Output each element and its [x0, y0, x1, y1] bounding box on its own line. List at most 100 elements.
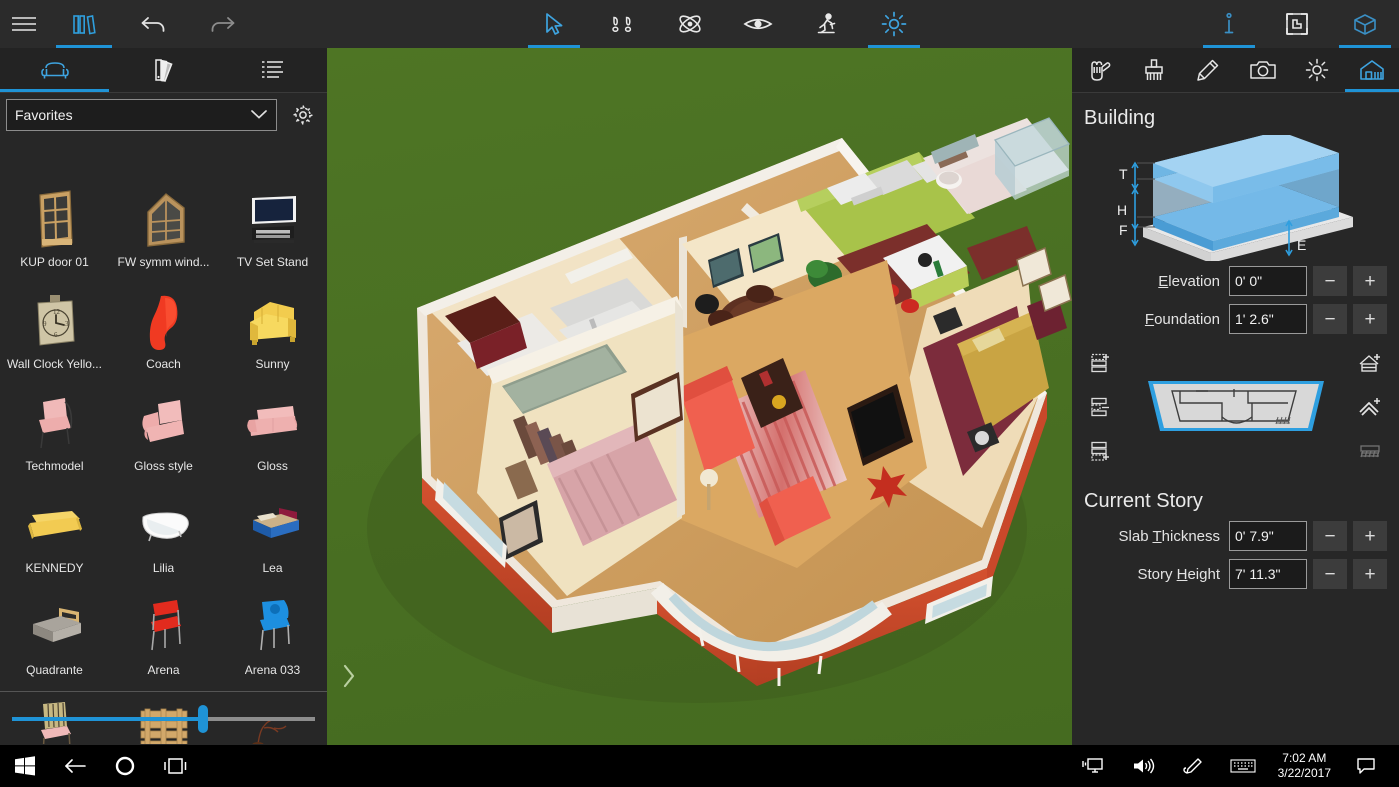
- cortana-circle-icon[interactable]: [100, 745, 150, 787]
- catalog-item-thumbnail: [128, 595, 200, 661]
- windows-start-icon[interactable]: [0, 745, 50, 787]
- story-left-icons: [1086, 350, 1116, 464]
- action-center-icon[interactable]: [1341, 745, 1391, 787]
- add-attic-icon[interactable]: [1355, 350, 1385, 376]
- catalog-item[interactable]: Techmodel: [0, 385, 109, 487]
- library-icon[interactable]: [48, 0, 120, 48]
- 3d-view-icon[interactable]: [1331, 0, 1399, 48]
- elevation-minus-button[interactable]: −: [1313, 266, 1347, 296]
- tab-furniture[interactable]: [0, 48, 109, 92]
- story-height-plus-button[interactable]: +: [1353, 559, 1387, 589]
- catalog-item[interactable]: Lea: [218, 487, 327, 589]
- expand-panel-chevron-icon[interactable]: [335, 659, 363, 693]
- floorplan-icon[interactable]: [1263, 0, 1331, 48]
- story-height-input[interactable]: 7' 11.3": [1229, 559, 1307, 589]
- terrace-icon[interactable]: [1355, 438, 1385, 464]
- catalog-item[interactable]: Gloss style: [109, 385, 218, 487]
- catalog-item-thumbnail: [128, 187, 200, 253]
- elevation-input[interactable]: 0' 0": [1229, 266, 1307, 296]
- elevation-label: Elevation: [1158, 272, 1220, 290]
- slab-thickness-minus-button[interactable]: −: [1313, 521, 1347, 551]
- footprints-icon[interactable]: [588, 0, 656, 48]
- foundation-plus-button[interactable]: +: [1353, 304, 1387, 334]
- diagram-label-H: H: [1117, 202, 1127, 218]
- catalog-item-label: Techmodel: [25, 459, 84, 473]
- catalog-category-select[interactable]: Favorites: [6, 99, 277, 131]
- catalog-item[interactable]: Lilia: [109, 487, 218, 589]
- catalog-item-label: FW symm wind...: [117, 255, 210, 269]
- catalog-item-thumbnail: [19, 493, 91, 559]
- taskbar-clock[interactable]: 7:02 AM 3/22/2017: [1268, 751, 1341, 781]
- slab-thickness-field-row: Slab Thickness 0' 7.9" − +: [1072, 517, 1399, 555]
- keyboard-icon[interactable]: [1218, 745, 1268, 787]
- catalog-item[interactable]: TV Set Stand: [218, 181, 327, 283]
- catalog-tabs: [0, 48, 327, 93]
- catalog-item-label: KENNEDY: [25, 561, 84, 575]
- remote-display-icon[interactable]: [1068, 745, 1118, 787]
- sun-icon[interactable]: [860, 0, 928, 48]
- catalog-item-label: Lilia: [152, 561, 175, 575]
- add-story-above-icon[interactable]: [1086, 350, 1116, 376]
- catalog-item[interactable]: 12 9 3 6 Wall Clock Yello...: [0, 283, 109, 385]
- volume-icon[interactable]: [1118, 745, 1168, 787]
- diagram-label-E: E: [1297, 237, 1306, 253]
- person-walk-icon[interactable]: [792, 0, 860, 48]
- story-navigation: [1072, 338, 1399, 472]
- tab-paintbrush[interactable]: [1127, 48, 1182, 92]
- add-roof-icon[interactable]: [1355, 394, 1385, 420]
- catalog-item-thumbnail: [237, 493, 309, 559]
- catalog-item[interactable]: KUP door 01: [0, 181, 109, 283]
- pen-icon[interactable]: [1168, 745, 1218, 787]
- redo-icon[interactable]: [188, 0, 256, 48]
- select-cursor-icon[interactable]: [520, 0, 588, 48]
- story-floorplan-preview[interactable]: [1136, 373, 1336, 441]
- tab-lighting[interactable]: [1290, 48, 1345, 92]
- tab-building[interactable]: [1344, 48, 1399, 92]
- tab-hand-tool[interactable]: [1072, 48, 1127, 92]
- furniture-active-underline: [0, 89, 109, 92]
- catalog-item-label: Sunny: [255, 357, 290, 371]
- taskbar-tray: 7:02 AM 3/22/2017: [1068, 745, 1399, 787]
- tab-list[interactable]: [218, 48, 327, 92]
- thumbnail-size-slider[interactable]: [12, 704, 315, 733]
- info-icon[interactable]: [1195, 0, 1263, 48]
- foundation-minus-button[interactable]: −: [1313, 304, 1347, 334]
- slider-fill: [12, 716, 203, 721]
- catalog-item-thumbnail: [19, 595, 91, 661]
- catalog-item[interactable]: Coach: [109, 283, 218, 385]
- tab-pencil[interactable]: [1181, 48, 1236, 92]
- catalog-item-thumbnail: [237, 187, 309, 253]
- current-story-title: Current Story: [1084, 490, 1203, 512]
- task-view-icon[interactable]: [150, 745, 200, 787]
- orbit-icon[interactable]: [656, 0, 724, 48]
- windows-taskbar: 7:02 AM 3/22/2017: [0, 745, 1399, 787]
- gear-icon[interactable]: [285, 97, 321, 133]
- tab-materials[interactable]: [109, 48, 218, 92]
- story-properties-icon[interactable]: [1086, 394, 1116, 420]
- menu-icon[interactable]: [0, 0, 48, 48]
- add-story-below-icon[interactable]: [1086, 438, 1116, 464]
- undo-icon[interactable]: [120, 0, 188, 48]
- page-title: Building: [1084, 107, 1156, 129]
- story-height-minus-button[interactable]: −: [1313, 559, 1347, 589]
- catalog-item-label: Quadrante: [26, 663, 83, 677]
- slab-thickness-input[interactable]: 0' 7.9": [1229, 521, 1307, 551]
- elevation-plus-button[interactable]: +: [1353, 266, 1387, 296]
- back-arrow-icon[interactable]: [50, 745, 100, 787]
- catalog-item[interactable]: KENNEDY: [0, 487, 109, 589]
- foundation-input[interactable]: 1' 2.6": [1229, 304, 1307, 334]
- catalog-item-thumbnail: [19, 187, 91, 253]
- tab-camera[interactable]: [1236, 48, 1291, 92]
- catalog-item[interactable]: Arena 033: [218, 589, 327, 691]
- 3d-viewport[interactable]: [327, 48, 1072, 745]
- top-toolbar-center-group: [520, 0, 928, 48]
- catalog-item[interactable]: Gloss: [218, 385, 327, 487]
- catalog-item[interactable]: Quadrante: [0, 589, 109, 691]
- catalog-item[interactable]: FW symm wind...: [109, 181, 218, 283]
- eye-icon[interactable]: [724, 0, 792, 48]
- catalog-item[interactable]: Arena: [109, 589, 218, 691]
- elevation-field-row: Elevation 0' 0" − +: [1072, 262, 1399, 300]
- slider-thumb[interactable]: [197, 704, 208, 733]
- slab-thickness-plus-button[interactable]: +: [1353, 521, 1387, 551]
- catalog-item[interactable]: Sunny: [218, 283, 327, 385]
